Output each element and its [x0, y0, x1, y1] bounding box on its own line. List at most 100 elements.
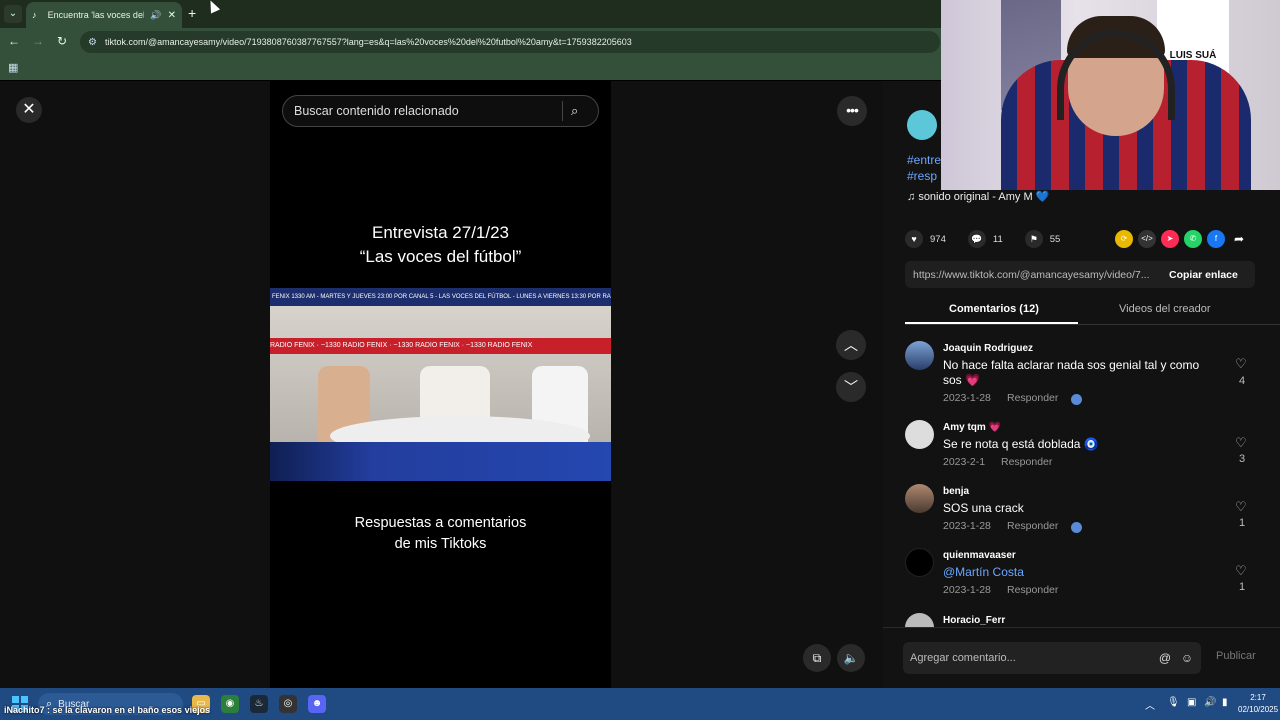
mouse-cursor-icon [205, 0, 221, 14]
copy-link-row: https://www.tiktok.com/@amancayesamy/vid… [905, 261, 1255, 288]
discord-icon[interactable]: ☻ [308, 695, 326, 713]
save-action[interactable]: ⚑ 55 [1024, 230, 1061, 248]
music-title[interactable]: sonido original - Amy M 💙 [918, 191, 1049, 203]
creator-avatar[interactable] [907, 110, 937, 140]
comment-like-icon[interactable]: ♡ [1235, 356, 1247, 372]
site-settings-icon[interactable]: ⚙ [88, 37, 97, 48]
like-action[interactable]: ♥ 974 [905, 230, 946, 248]
reply-button[interactable]: Responder [1007, 392, 1058, 404]
next-video-button[interactable]: ﹀ [836, 372, 866, 402]
heart-icon[interactable]: ♥ [905, 230, 923, 248]
comment-username[interactable]: Amy tqm 💗 [943, 422, 1001, 433]
commenter-avatar[interactable] [905, 484, 934, 513]
share-arrow-icon[interactable]: ➦ [1230, 230, 1248, 248]
comment-mention[interactable]: @Martín Costa [943, 565, 1205, 580]
apps-grid-icon[interactable]: ▦ [8, 61, 18, 74]
clock-date: 02/10/2025 [1238, 705, 1279, 714]
comment-username[interactable]: Horacio_Ferr [943, 615, 1005, 626]
comment-icon[interactable]: 💬 [967, 230, 986, 248]
tab-close-icon[interactable]: ✕ [168, 10, 176, 21]
reply-button[interactable]: Responder [1007, 584, 1058, 596]
video-link-text: https://www.tiktok.com/@amancayesamy/vid… [913, 268, 1150, 281]
tiktok-favicon-icon: ♪ [32, 10, 37, 20]
comment-like-icon[interactable]: ♡ [1235, 435, 1247, 451]
video-tv-clip: FENIX 1330 AM - MARTES Y JUEVES 23:00 PO… [270, 288, 611, 481]
comment-like-count: 4 [1238, 375, 1246, 387]
comment-input[interactable]: Agregar comentario... @ ☺ [903, 642, 1201, 674]
repost-icon[interactable]: ⟳ [1115, 230, 1133, 248]
search-icon[interactable]: ⌕ [571, 103, 578, 119]
music-info[interactable]: ♫ sonido original - Amy M 💙 [907, 190, 1049, 203]
publish-button[interactable]: Publicar [1216, 650, 1256, 662]
comment-username[interactable]: Joaquin Rodriguez [943, 343, 1033, 354]
speaker-icon[interactable]: 🔊 [1204, 697, 1216, 708]
comment-like-icon[interactable]: ♡ [1235, 499, 1247, 515]
bookmark-icon[interactable]: ⚑ [1024, 230, 1043, 248]
new-tab-button[interactable]: + [188, 5, 196, 21]
reload-icon[interactable]: ↻ [54, 34, 70, 48]
reply-button[interactable]: Responder [1001, 456, 1052, 468]
comment-like-icon[interactable]: ♡ [1235, 563, 1247, 579]
comment-action[interactable]: 💬 11 [967, 230, 1003, 248]
tab-creator-videos[interactable]: Videos del creador [1119, 303, 1211, 315]
video-subtitle-line-2: de mis Tiktoks [394, 536, 487, 552]
search-input[interactable]: Buscar contenido relacionado [294, 104, 562, 118]
search-divider [562, 101, 563, 121]
comment-username[interactable]: benja [943, 486, 969, 497]
comments-list[interactable]: Joaquin Rodriguez No hace falta aclarar … [883, 337, 1280, 627]
comment-date: 2023-1-28 [943, 584, 991, 596]
more-options-button[interactable]: ••• [837, 96, 867, 126]
creator-liked-avatar [1071, 522, 1082, 533]
emoji-icon[interactable]: ☺ [1176, 651, 1198, 665]
hashtag-2[interactable]: #resp [907, 168, 941, 184]
comments-tabs: Comentarios (12) Videos del creador [905, 295, 1280, 325]
chrome-icon[interactable]: ◉ [221, 695, 239, 713]
tab-audio-icon[interactable]: 🔊 [150, 10, 161, 21]
copy-link-button[interactable]: Copiar enlace [1163, 269, 1238, 281]
tray-chevron-icon[interactable]: ︿ [1145, 697, 1155, 712]
related-search-bar[interactable]: Buscar contenido relacionado ⌕ [282, 95, 599, 127]
hashtag-1[interactable]: #entre [907, 152, 941, 168]
network-icon[interactable]: ▣ [1187, 697, 1196, 708]
close-video-button[interactable]: ✕ [16, 97, 42, 123]
send-to-friends-icon[interactable]: ➤ [1161, 230, 1179, 248]
whatsapp-icon[interactable]: ✆ [1184, 230, 1202, 248]
comment-text: Se re nota q está doblada 🧿 [943, 437, 1099, 451]
url-text: tiktok.com/@amancayesamy/video/719380876… [104, 37, 632, 47]
commenter-avatar[interactable] [905, 548, 934, 577]
share-icons: ⟳ </> ➤ ✆ f ➦ [1115, 230, 1248, 248]
comment-text: No hace falta aclarar nada sos genial ta… [943, 358, 1200, 387]
tab-search-dropdown[interactable]: ⌄ [4, 5, 22, 23]
video-hashtags[interactable]: #entre #resp [907, 152, 941, 184]
engagement-actions: ♥ 974 💬 11 ⚑ 55 [905, 230, 1074, 248]
taskbar-clock[interactable]: 2:17 02/10/2025 [1238, 692, 1278, 716]
windows-taskbar: ⌕ Buscar ▭ ◉ ♨ ◎ ☻ iNachito7 : se la cla… [0, 688, 1280, 720]
volume-icon[interactable]: 🔈 [837, 644, 865, 672]
clock-time: 2:17 [1250, 693, 1266, 702]
like-count: 974 [930, 233, 946, 245]
previous-video-button[interactable]: ︿ [836, 330, 866, 360]
floating-player-icon[interactable]: ⧉ [803, 644, 831, 672]
embed-icon[interactable]: </> [1138, 230, 1156, 248]
battery-icon[interactable]: ▮ [1222, 697, 1228, 708]
tab-comments[interactable]: Comentarios (12) [949, 303, 1039, 315]
commenter-avatar[interactable] [905, 341, 934, 370]
browser-tab-active[interactable]: ♪ Encuentra 'las voces del fútbol' 🔊 ✕ [26, 2, 182, 28]
facebook-icon[interactable]: f [1207, 230, 1225, 248]
save-count: 55 [1049, 233, 1061, 245]
comment-like-count: 3 [1238, 453, 1246, 465]
steam-icon[interactable]: ♨ [250, 695, 268, 713]
commenter-avatar[interactable] [905, 613, 934, 627]
back-icon[interactable]: ← [6, 34, 22, 48]
address-bar[interactable]: ⚙ tiktok.com/@amancayesamy/video/7193808… [80, 31, 940, 53]
video-player[interactable]: Buscar contenido relacionado ⌕ Entrevist… [270, 81, 611, 688]
commenter-avatar[interactable] [905, 420, 934, 449]
microphone-icon[interactable]: 🎙 [1167, 697, 1180, 708]
comment-username[interactable]: quienmavaaser [943, 550, 1016, 561]
mention-icon[interactable]: @ [1154, 651, 1176, 665]
forward-icon[interactable]: → [30, 34, 46, 48]
comment-like-count: 1 [1238, 581, 1246, 593]
app-icon[interactable]: ◎ [279, 695, 297, 713]
video-title-overlay: Entrevista 27/1/23 “Las voces del fútbol… [270, 221, 611, 269]
reply-button[interactable]: Responder [1007, 520, 1058, 532]
